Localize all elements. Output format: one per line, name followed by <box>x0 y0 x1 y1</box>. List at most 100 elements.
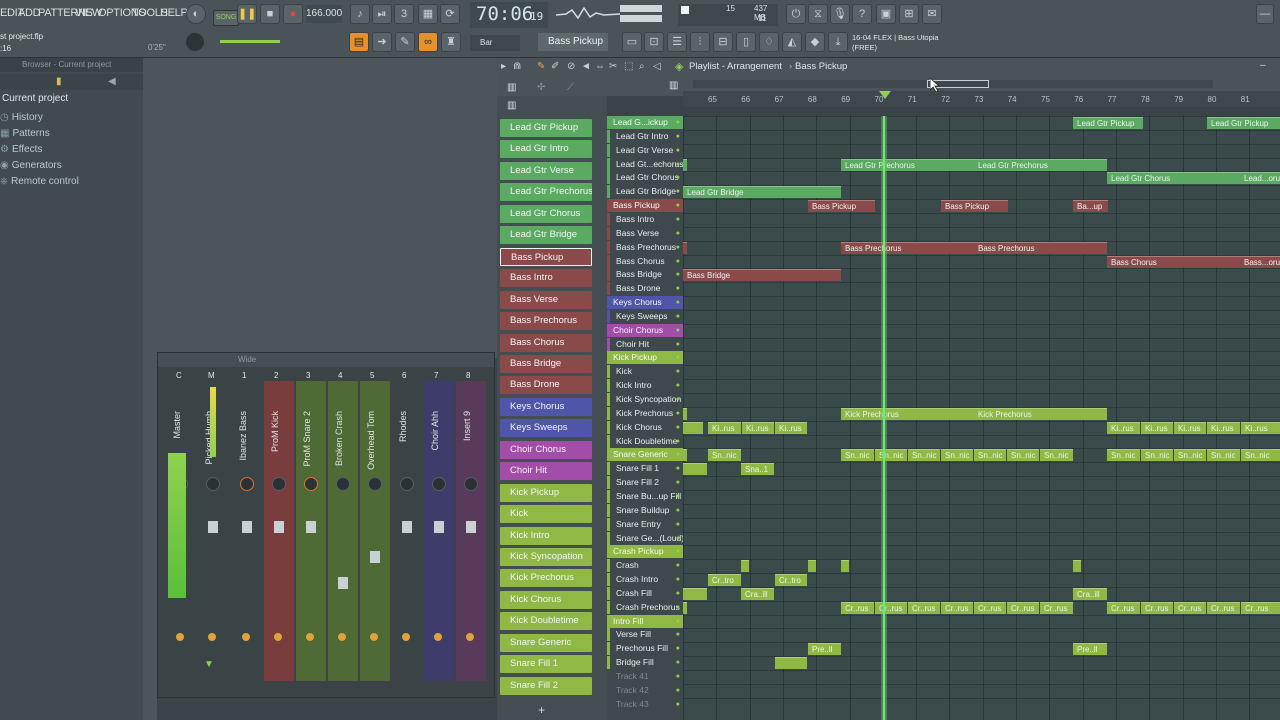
playlist-clip[interactable]: Sn..nic <box>974 449 1006 462</box>
track-mute-icon[interactable]: ● <box>676 158 680 171</box>
playlist-clip[interactable]: Pre..ll <box>1073 643 1107 656</box>
record-button[interactable]: ● <box>283 4 303 24</box>
channel-button-snare-fill-2[interactable]: Snare Fill 2 <box>500 676 592 695</box>
volume-fader[interactable] <box>242 521 252 533</box>
track-mute-icon[interactable]: ● <box>676 241 680 254</box>
track-header[interactable]: Kick Chorus ● <box>607 420 683 434</box>
tempo-display[interactable]: 166.000 <box>306 5 342 23</box>
mixer-strip-prom-snare-2[interactable]: 3 ProM Snare 2 <box>296 371 326 681</box>
pan-knob[interactable] <box>304 477 318 491</box>
channel-button-bass-intro[interactable]: Bass Intro <box>500 269 592 288</box>
track-mute-icon[interactable]: ● <box>676 504 680 517</box>
channel-rack-icon[interactable]: ☰ <box>667 32 687 52</box>
browser-item-effects[interactable]: ⚙ Effects <box>0 144 42 155</box>
track-mute-icon[interactable]: ● <box>676 199 680 212</box>
track-header[interactable]: Lead Gtr Bridge ● <box>607 185 683 199</box>
playlist-clip[interactable]: Lead Gtr Chorus <box>1107 172 1240 185</box>
playlist-clip[interactable]: Lead Gtr Prechorus <box>841 158 974 171</box>
mixer-icon[interactable]: ⫶ <box>690 32 710 52</box>
playlist-clip[interactable]: Lead Gtr Bridge <box>683 186 841 199</box>
touch-keyboard-icon[interactable]: ◭ <box>782 32 802 52</box>
select-tool-icon[interactable]: ⬚ <box>624 61 633 72</box>
track-header[interactable]: Kick ● <box>607 365 683 379</box>
playlist-clip[interactable]: Lead Gtr Pickup <box>1073 117 1143 129</box>
track-mute-icon[interactable]: ● <box>676 282 680 295</box>
track-header[interactable]: Bass Drone ● <box>607 282 683 296</box>
playlist-clip[interactable]: Sn..nic <box>841 449 874 462</box>
track-header[interactable]: Snare Generic ● <box>607 448 683 462</box>
track-header[interactable]: Lead Gtr Chorus ● <box>607 171 683 185</box>
channel-button-kick[interactable]: Kick <box>500 505 592 524</box>
track-header[interactable]: Intro Fill ● <box>607 614 683 628</box>
playlist-clip[interactable]: Cra..ill <box>741 587 774 600</box>
playlist-clip[interactable]: Sn..nic <box>1241 449 1280 462</box>
volume-fader[interactable] <box>208 521 218 533</box>
news-line-2[interactable]: (FREE) <box>852 43 877 52</box>
pan-knob[interactable] <box>464 477 478 491</box>
route-knob[interactable] <box>466 633 474 641</box>
song-position-display[interactable]: 70:06 19 <box>470 2 548 28</box>
mute-tool-icon[interactable]: ◄ <box>581 61 591 72</box>
playlist-clip[interactable]: Cra..ill <box>1073 587 1107 600</box>
channel-button-kick-prechorus[interactable]: Kick Prechorus <box>500 569 592 588</box>
master-volume-slider[interactable] <box>220 40 280 43</box>
playlist-clip[interactable]: Cr..rus <box>1174 601 1206 614</box>
pause-button[interactable]: ❚❚ <box>237 4 257 24</box>
route-knob[interactable] <box>274 633 282 641</box>
track-header[interactable]: Kick Prechorus ● <box>607 406 683 420</box>
playlist-clip[interactable]: Cr..rus <box>1141 601 1173 614</box>
route-knob[interactable] <box>402 633 410 641</box>
mixer-strip-choir-ahh[interactable]: 7 Choir Ahh <box>424 371 454 681</box>
track-mute-icon[interactable]: ● <box>676 379 680 392</box>
track-mute-icon[interactable]: ● <box>676 310 680 323</box>
pan-knob[interactable] <box>336 477 350 491</box>
timeline-ruler[interactable]: 65 66 67 68 69 70 71 72 73 74 75 76 77 78 79 80 81 <box>683 91 1280 107</box>
route-knob[interactable] <box>338 633 346 641</box>
mixer-strip-prom-kick[interactable]: 2 ProM Kick <box>264 371 294 681</box>
menu-help[interactable]: HELP <box>160 7 188 19</box>
playlist-clip[interactable]: Sn..nic <box>708 449 741 462</box>
pan-knob[interactable] <box>272 477 286 491</box>
folder-icon[interactable]: ▮ <box>56 76 62 87</box>
news-line-1[interactable]: 16-04 FLEX | Bass Utopia <box>852 33 939 42</box>
channel-button-lead-gtr-chorus[interactable]: Lead Gtr Chorus <box>500 204 592 223</box>
track-mute-icon[interactable]: ● <box>676 490 680 503</box>
playlist-clip[interactable] <box>683 587 707 600</box>
playlist-clip[interactable]: Bass Pickup <box>808 200 875 213</box>
track-header[interactable]: Track 43 ● <box>607 697 683 711</box>
mixer-toggle-icon[interactable]: ⧖ <box>808 4 828 24</box>
volume-fader[interactable] <box>370 551 380 563</box>
route-knob[interactable] <box>434 633 442 641</box>
track-header[interactable]: Snare Entry ● <box>607 517 683 531</box>
browser-icon[interactable]: ⊟ <box>713 32 733 52</box>
track-mute-icon[interactable]: ● <box>676 435 680 448</box>
track-mute-icon[interactable]: ● <box>676 144 680 157</box>
track-header[interactable]: Lead Gt...echorus ● <box>607 157 683 171</box>
piano-icon[interactable]: ▥ <box>507 82 516 93</box>
playlist-clip[interactable]: Kick Prechorus <box>974 407 1107 420</box>
track-mute-icon[interactable]: ● <box>676 532 680 545</box>
playlist-clip[interactable] <box>683 601 687 614</box>
add-channel-icon[interactable]: + <box>538 703 545 717</box>
playlist-clip[interactable]: Bass...orus <box>1240 255 1280 268</box>
plugin-picker-icon[interactable]: ⊞ <box>899 4 919 24</box>
browser-heading[interactable]: Current project <box>2 93 68 104</box>
volume-fader[interactable] <box>434 521 444 533</box>
snap-selector[interactable]: Bar <box>470 35 520 51</box>
playlist-clip[interactable]: Bass Chorus <box>1107 255 1240 268</box>
playlist-clip[interactable] <box>775 657 791 670</box>
track-mute-icon[interactable]: ● <box>676 642 680 655</box>
playlist-clip[interactable]: Bass Bridge <box>683 269 841 282</box>
drum-icon[interactable]: ✢ <box>537 82 545 93</box>
track-header[interactable]: Snare Bu...up Fill ● <box>607 489 683 503</box>
track-mute-icon[interactable]: ● <box>676 324 680 337</box>
track-mute-icon[interactable]: ● <box>676 407 680 420</box>
undo-history-icon[interactable]: ⏻ <box>786 4 806 24</box>
track-header[interactable]: Verse Fill ● <box>607 628 683 642</box>
track-header[interactable]: Bass Intro ● <box>607 212 683 226</box>
playlist-clip[interactable]: Cr..rus <box>875 601 907 614</box>
magnet-icon[interactable]: ⋒ <box>513 61 521 72</box>
track-header[interactable]: Keys Chorus ● <box>607 296 683 310</box>
plugin-icon[interactable]: ♢ <box>759 32 779 52</box>
pan-knob[interactable] <box>368 477 382 491</box>
